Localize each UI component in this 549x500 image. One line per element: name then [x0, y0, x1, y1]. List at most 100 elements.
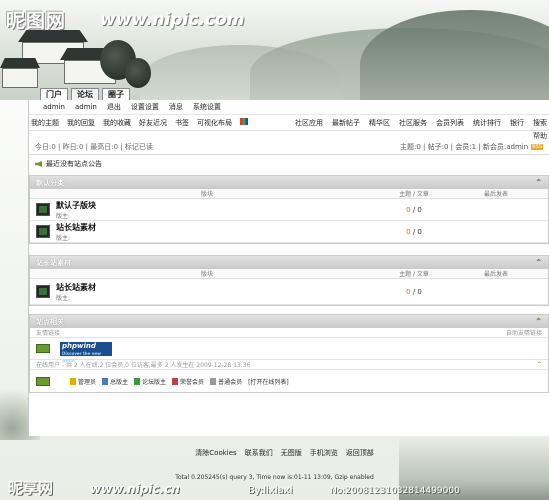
forum-icon [36, 225, 50, 238]
nav-bookmarks[interactable]: 书签 [175, 118, 189, 128]
mobile-link[interactable]: 手机浏览 [310, 448, 338, 458]
online-summary: 在线用户 - 共 2 人在线,2 位会员,0 位访客,最多 2 人发生在 200… [36, 362, 251, 369]
rss-icon[interactable]: RSS [531, 143, 543, 150]
category-header[interactable]: 站长站素材 ⌃ [30, 256, 548, 269]
tree-illustration [125, 58, 151, 88]
category-header[interactable]: 默认分类 ⌃ [30, 176, 548, 189]
daily-stats: 今日:0 | 昨日:0 | 最高日:0 | 标记已读 [35, 142, 153, 151]
watermark-url: www.nipic.com [100, 10, 245, 30]
open-online-list-link[interactable]: [打开在线列表] [248, 377, 289, 386]
watermark-logo: 昵图网 [6, 10, 67, 32]
nav-my-favorites[interactable]: 我的收藏 [103, 118, 131, 128]
col-forum: 版块 [200, 191, 213, 198]
forum-name-link[interactable]: 站长站素材 [56, 222, 384, 233]
column-header: 版块 主题 / 文章 最后发表 [30, 269, 548, 279]
nav-community-services[interactable]: 社区服务 [399, 118, 427, 128]
nav-friends-status[interactable]: 好友近况 [139, 118, 167, 128]
forum-moderator: 版主: [56, 234, 71, 242]
nav-community-apps[interactable]: 社区应用 [295, 118, 323, 128]
forum-row: 站长站素材 版主: 0 / 0 [30, 279, 548, 305]
nav-stats-ranking[interactable]: 统计排行 [473, 118, 501, 128]
main-panel: admin admin 退出 设置设置 消息 系统设置 我的主题 我的回复 我的… [28, 100, 549, 436]
collapse-icon[interactable]: ⌃ [537, 361, 542, 368]
nav-member-list[interactable]: 会员列表 [436, 118, 464, 128]
tab-portal[interactable]: 门户 [40, 88, 68, 100]
links-row: phpwind Discover the new world [30, 338, 548, 363]
legend-member: 普通会员 [210, 377, 242, 386]
legend-forum-mod: 论坛版主 [134, 377, 166, 386]
logout-link[interactable]: 退出 [107, 102, 121, 112]
forum-name-link[interactable]: 默认子版块 [56, 200, 384, 211]
site-header[interactable]: 站点相关 ⌃ [30, 315, 548, 328]
forum-name-link[interactable]: 站长站素材 [56, 282, 384, 293]
forum-moderator: 版主: [56, 212, 71, 220]
nav-search[interactable]: 搜索 [533, 118, 547, 128]
user-name-link[interactable]: admin [75, 103, 97, 111]
nav-my-replies[interactable]: 我的回复 [67, 118, 95, 128]
forum-counts: 0 / 0 [406, 205, 422, 214]
collapse-icon[interactable]: ⌃ [535, 317, 542, 326]
footer: 清除Cookies 联系我们 无图版 手机浏览 返回顶部 Total 0.205… [0, 436, 549, 500]
watermark-number: No:20081231032814499000 [330, 486, 460, 496]
user-avatar-link[interactable]: admin [43, 103, 65, 111]
forum-row: 默认子版块 版主: 0 / 0 [30, 199, 548, 221]
forum-icon [36, 285, 50, 298]
top-tabs: 门户 论坛 圈子 [40, 88, 130, 100]
online-legend: 管理员 总版主 论坛版主 荣誉会员 普通会员 [打开在线列表] [30, 370, 548, 392]
mountain-shape [360, 10, 549, 100]
col-topics: 主题 / 文章 [399, 271, 429, 278]
collapse-icon[interactable]: ⌃ [535, 178, 542, 187]
nav-bar: 我的主题 我的回复 我的收藏 好友近况 书签 可视化布局 社区应用 最新帖子 精… [29, 115, 549, 131]
site-title: 站点相关 [36, 317, 64, 326]
link-icon [36, 344, 50, 353]
col-last-post: 最后发表 [483, 191, 508, 198]
nav-bank[interactable]: 银行 [510, 118, 524, 128]
text-version-link[interactable]: 无图版 [281, 448, 302, 458]
links-label: 友情链接 [36, 330, 61, 337]
phpwind-logo-link[interactable]: phpwind Discover the new world [60, 341, 112, 363]
stats-bar: 今日:0 | 昨日:0 | 最高日:0 | 标记已读 主题:0 | 帖子:0 |… [29, 139, 549, 155]
nav-help[interactable]: 帮助 [533, 132, 547, 140]
forum-row: 站长站素材 版主: 0 / 0 [30, 221, 548, 243]
system-settings-link[interactable]: 系统设置 [193, 102, 221, 112]
category-title: 默认分类 [36, 178, 64, 187]
header-banner: 昵图网 www.nipic.com 门户 论坛 圈子 [0, 0, 549, 100]
clear-cookies-link[interactable]: 清除Cookies [195, 448, 236, 458]
forum-counts: 0 / 0 [406, 227, 422, 236]
legend-super-mod: 总版主 [102, 377, 128, 386]
column-header: 版块 主题 / 文章 最后发表 [30, 189, 548, 199]
col-forum: 版块 [200, 271, 213, 278]
forum-counts: 0 / 0 [406, 287, 422, 296]
speaker-icon [35, 161, 42, 167]
collapse-icon[interactable]: ⌃ [535, 258, 542, 267]
contact-us-link[interactable]: 联系我们 [245, 448, 273, 458]
category-title: 站长站素材 [36, 258, 71, 267]
watermark-author: By:lixiaxi [248, 485, 293, 496]
col-last-post: 最后发表 [483, 271, 508, 278]
online-icon [36, 376, 50, 386]
back-to-top-link[interactable]: 返回顶部 [346, 448, 374, 458]
messages-link[interactable]: 消息 [169, 102, 183, 112]
forum-icon [36, 203, 50, 216]
col-topics: 主题 / 文章 [399, 191, 429, 198]
site-section: 站点相关 ⌃ 友情链接 自助友情链接 phpwind Discover the … [29, 314, 549, 393]
legend-admin: 管理员 [70, 377, 96, 386]
self-service-links[interactable]: 自助友情链接 [506, 328, 542, 337]
category-section: 站长站素材 ⌃ 版块 主题 / 文章 最后发表 站长站素材 版主: 0 / 0 [29, 255, 549, 306]
links-header: 友情链接 自助友情链接 [30, 328, 548, 338]
tab-circle[interactable]: 圈子 [102, 88, 130, 100]
layout-icon[interactable] [240, 117, 248, 125]
nav-my-topics[interactable]: 我的主题 [31, 118, 59, 128]
watermark-bottom-logo: 昵享网 [8, 479, 54, 497]
announcement: 最近没有站点公告 [29, 155, 549, 173]
settings-link[interactable]: 设置设置 [131, 102, 159, 112]
nav-latest-posts[interactable]: 最新帖子 [332, 118, 360, 128]
announcement-text: 最近没有站点公告 [46, 160, 102, 168]
legend-honor: 荣誉会员 [172, 377, 204, 386]
category-section: 默认分类 ⌃ 版块 主题 / 文章 最后发表 默认子版块 版主: 0 / 0 站… [29, 175, 549, 244]
user-bar: admin admin 退出 设置设置 消息 系统设置 [29, 100, 549, 115]
nav-visual-layout[interactable]: 可视化布局 [197, 118, 232, 128]
nav-digest[interactable]: 精华区 [369, 118, 390, 128]
tab-forum[interactable]: 论坛 [71, 88, 99, 100]
forum-totals: 主题:0 | 帖子:0 | 会员:1 | 新会员:admin [400, 142, 529, 151]
